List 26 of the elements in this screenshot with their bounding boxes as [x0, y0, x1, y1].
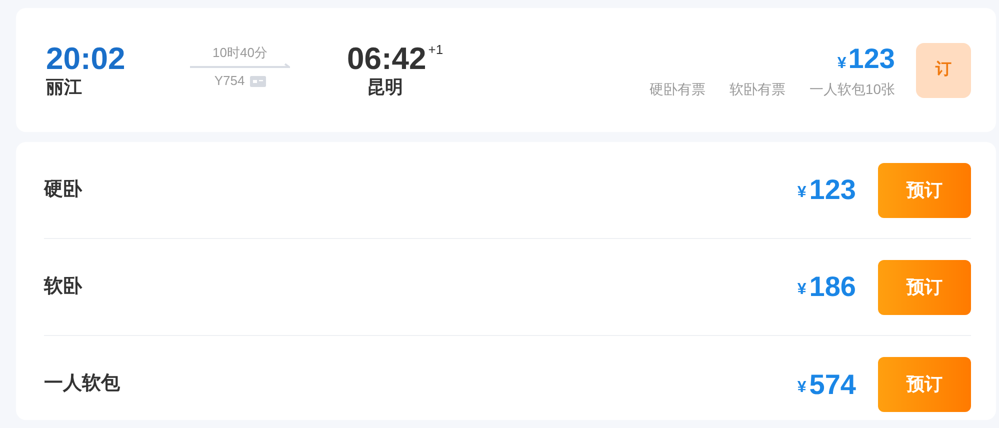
currency-symbol: ¥	[797, 280, 806, 300]
currency-symbol: ¥	[837, 54, 846, 74]
seat-type: 一人软包	[44, 372, 121, 396]
arrival-time: 06:42	[347, 42, 426, 76]
train-number: Y754	[214, 72, 245, 90]
price: 123	[809, 173, 856, 207]
currency-symbol: ¥	[797, 183, 806, 203]
day-offset: +1	[428, 42, 444, 58]
seat-type: 硬卧	[44, 178, 84, 202]
price: 123	[848, 42, 895, 74]
seat-type: 软卧	[44, 274, 84, 299]
currency-symbol: ¥	[797, 378, 806, 398]
duration: 10时40分	[212, 44, 268, 62]
availability-text: 软卧有票	[729, 80, 786, 98]
book-button[interactable]: 预订	[878, 357, 971, 412]
arrival-station: 昆明	[367, 76, 404, 98]
book-button[interactable]: 预订	[878, 260, 971, 314]
price: 574	[809, 368, 856, 402]
book-button[interactable]: 预订	[878, 162, 971, 218]
price: 186	[809, 270, 856, 304]
book-button[interactable]: 订	[916, 42, 971, 98]
availability-text: 一人软包10张	[809, 80, 895, 98]
departure-time: 20:02	[46, 42, 126, 76]
departure-station: 丽江	[46, 76, 83, 98]
availability-text: 硬卧有票	[649, 80, 706, 98]
ticket-icon	[250, 76, 266, 86]
